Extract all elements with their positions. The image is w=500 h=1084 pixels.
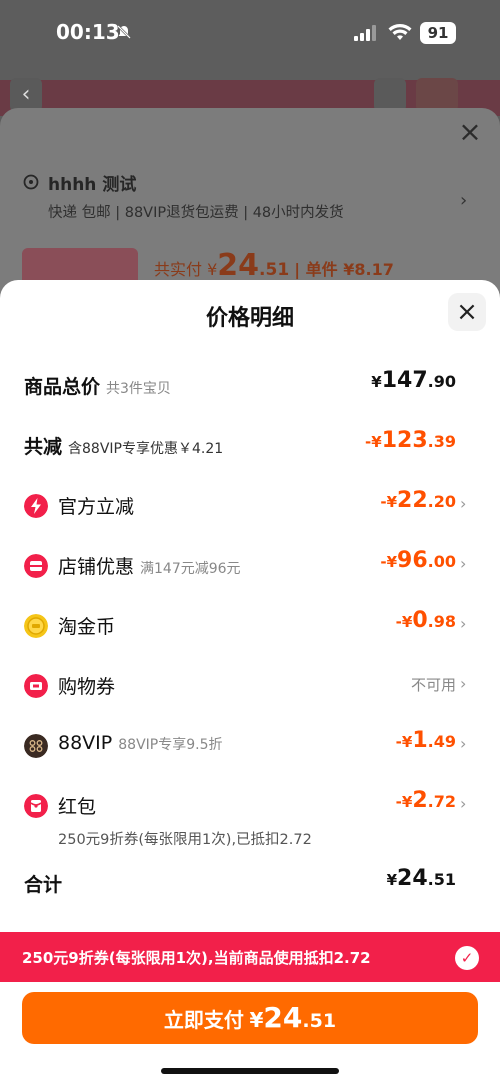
pay-symbol: ¥ [249, 1008, 264, 1032]
lightning-icon [24, 494, 48, 518]
red-packet-icon [24, 794, 48, 818]
paid-cents: .51 [259, 260, 290, 280]
chevron-right-icon: › [460, 494, 467, 513]
status-time: 00:13 [56, 20, 120, 44]
sheet-close-icon[interactable]: × [456, 118, 484, 146]
row-amount: -¥123.39 [365, 428, 456, 453]
home-indicator [161, 1068, 339, 1074]
paid-label: 共实付 [154, 260, 203, 279]
chevron-right-icon: › [460, 614, 467, 633]
row-note: 共3件宝贝 [106, 381, 171, 397]
row-shopping-voucher[interactable]: 购物券 不可用 › [0, 664, 500, 704]
row-label: 商品总价 共3件宝贝 [24, 376, 171, 398]
wifi-icon [388, 24, 412, 40]
row-label: 淘金币 [58, 616, 116, 638]
row-note: 满147元减96元 [140, 561, 241, 577]
back-button[interactable]: ‹ [10, 78, 42, 112]
location-pin-icon [23, 174, 39, 190]
cart-button[interactable] [416, 78, 458, 112]
battery-indicator: 91 [420, 22, 456, 44]
row-amount: -¥2.72 [395, 788, 456, 813]
row-label: 88VIP 88VIP专享9.5折 [58, 732, 223, 754]
unavailable-text: 不可用 [410, 676, 456, 694]
delivery-info: 快递 包邮 | 88VIP退货包运费 | 48小时内发货 [48, 205, 344, 221]
row-store-discount[interactable]: 店铺优惠 满147元减96元 -¥96.00 › [0, 544, 500, 584]
row-amount: ¥147.90 [371, 368, 456, 393]
pay-label: 立即支付 [163, 1008, 244, 1032]
cell-signal-icon [354, 25, 376, 41]
pay-int: 24 [263, 1001, 303, 1034]
chevron-right-icon: › [460, 734, 467, 753]
promo-text: 250元9折券(每张限用1次),当前商品使用抵扣2.72 [22, 949, 371, 967]
row-label: 官方立减 [58, 496, 135, 518]
share-button[interactable] [374, 78, 406, 112]
check-icon[interactable]: ✓ [455, 946, 479, 970]
chevron-right-icon: › [460, 794, 467, 813]
close-icon[interactable]: × [448, 293, 486, 331]
paid-symbol: ¥ [207, 260, 218, 279]
paid-int: 24 [217, 248, 260, 283]
modal-title: 价格明细 [205, 306, 294, 331]
row-amount: -¥22.20 [380, 488, 456, 513]
row-amount: -¥0.98 [395, 608, 456, 633]
ticket-icon [24, 674, 48, 698]
row-amount: -¥96.00 [380, 548, 456, 573]
total-amount: ¥24.51 [386, 866, 456, 891]
row-official-discount[interactable]: 官方立减 -¥22.20 › [0, 484, 500, 524]
row-goods-total: 商品总价 共3件宝贝 ¥147.90 [0, 364, 500, 404]
gold-coin-icon [24, 614, 48, 638]
address-chevron-icon[interactable]: › [460, 190, 467, 211]
row-label: 店铺优惠 满147元减96元 [58, 556, 241, 578]
row-label: 红包 [58, 796, 97, 818]
row-label: 购物券 [58, 676, 116, 698]
row-amount: -¥1.49 [395, 728, 456, 753]
unit-price: | 单件 ¥8.17 [294, 260, 394, 279]
pay-now-button[interactable]: 立即支付 ¥24.51 [22, 992, 478, 1044]
chevron-right-icon: › [460, 674, 467, 693]
status-bar: 00:13 91 [0, 0, 500, 70]
total-label: 合计 [24, 874, 63, 896]
coupon-promo-bar[interactable]: 250元9折券(每张限用1次),当前商品使用抵扣2.72 ✓ [0, 932, 500, 982]
store-coupon-icon [24, 554, 48, 578]
pay-cents: .51 [302, 1010, 337, 1032]
paid-summary: 共实付 ¥24.51 | 单件 ¥8.17 [154, 248, 394, 283]
row-grand-total: 合计 ¥24.51 [0, 862, 500, 902]
vip-88-icon [24, 734, 48, 758]
row-note: 88VIP专享9.5折 [118, 737, 223, 753]
row-note: 含88VIP专享优惠￥4.21 [68, 441, 224, 457]
chevron-right-icon: › [460, 554, 467, 573]
row-label: 共减 含88VIP专享优惠￥4.21 [24, 436, 224, 458]
row-88vip[interactable]: 88VIP 88VIP专享9.5折 -¥1.49 › [0, 724, 500, 764]
silent-bell-icon [117, 25, 131, 39]
row-taojinbi[interactable]: 淘金币 -¥0.98 › [0, 604, 500, 644]
red-packet-note: 250元9折券(每张限用1次),已抵扣2.72 [58, 832, 312, 848]
row-red-packet[interactable]: 红包 -¥2.72 › [0, 784, 500, 824]
row-total-discount: 共减 含88VIP专享优惠￥4.21 -¥123.39 [0, 424, 500, 464]
address-name[interactable]: hhhh 测试 [48, 170, 136, 195]
